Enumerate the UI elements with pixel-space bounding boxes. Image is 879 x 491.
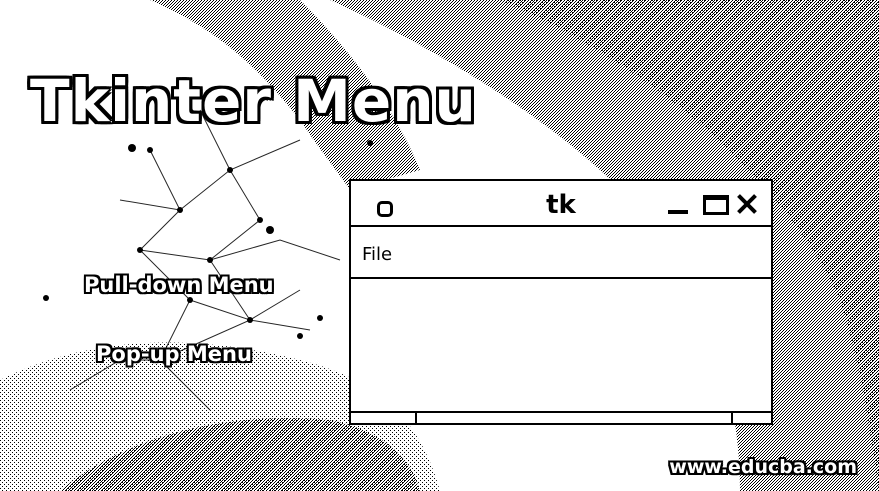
window-bottom-bar xyxy=(351,411,771,423)
bottom-bar-divider xyxy=(731,413,733,423)
tk-window: tk File xyxy=(349,179,773,425)
minimize-icon[interactable] xyxy=(667,193,689,215)
banner-item-pull-down-menu: Pull-down Menu xyxy=(84,273,274,297)
close-icon[interactable] xyxy=(735,193,759,215)
watermark-url: www.educba.com xyxy=(669,456,857,478)
window-content-area[interactable] xyxy=(351,279,771,411)
menubar: File xyxy=(351,227,771,279)
bottom-bar-divider xyxy=(415,413,417,423)
menu-file[interactable]: File xyxy=(362,244,392,266)
banner-title: Tkinter Menu xyxy=(30,67,477,135)
maximize-icon[interactable] xyxy=(703,195,729,215)
banner-item-pop-up-menu: Pop-up Menu xyxy=(96,342,252,366)
window-titlebar[interactable]: tk xyxy=(351,181,771,227)
